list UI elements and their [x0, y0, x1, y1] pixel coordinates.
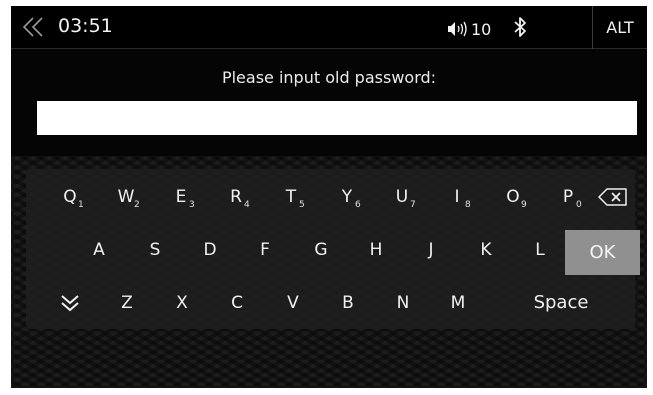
key-label: Y [341, 186, 353, 207]
key-x[interactable]: X [157, 279, 207, 326]
key-number: 9 [521, 200, 527, 210]
hide-keyboard-icon [61, 294, 79, 311]
bluetooth-icon [514, 17, 526, 37]
key-number: 6 [355, 200, 361, 210]
key-label: Q [63, 186, 77, 207]
key-number: 0 [576, 200, 582, 210]
key-i[interactable]: I 8 [433, 173, 481, 220]
back-button[interactable] [19, 12, 49, 42]
key-label: R [230, 186, 242, 207]
key-q[interactable]: Q 1 [46, 173, 94, 220]
volume-icon [448, 21, 467, 37]
key-number: 4 [244, 200, 250, 210]
space-key[interactable]: Space [488, 279, 634, 326]
key-b[interactable]: B [323, 279, 373, 326]
clock: 03:51 [58, 15, 113, 37]
key-s[interactable]: S [130, 226, 180, 273]
key-number: 8 [465, 200, 471, 210]
key-number: 7 [410, 200, 416, 210]
key-label: P [562, 186, 574, 207]
password-prompt: Please input old password: [221, 68, 437, 87]
key-g[interactable]: G [296, 226, 346, 273]
key-p[interactable]: P 0 [544, 173, 592, 220]
volume-indicator: 10 [447, 19, 491, 39]
key-label: T [285, 186, 297, 207]
key-f[interactable]: F [240, 226, 290, 273]
key-e[interactable]: E 3 [157, 173, 205, 220]
hide-keyboard-key[interactable] [46, 279, 94, 326]
key-a[interactable]: A [74, 226, 124, 273]
key-t[interactable]: T 5 [267, 173, 315, 220]
key-y[interactable]: Y 6 [323, 173, 371, 220]
key-h[interactable]: H [351, 226, 401, 273]
key-m[interactable]: M [433, 279, 483, 326]
key-d[interactable]: D [185, 226, 235, 273]
key-n[interactable]: N [378, 279, 428, 326]
key-o[interactable]: O 9 [489, 173, 537, 220]
screen: 03:51 10 ALT Please input old password: … [11, 6, 647, 388]
key-c[interactable]: C [212, 279, 262, 326]
volume-level: 10 [471, 19, 492, 39]
key-j[interactable]: J [406, 226, 456, 273]
key-number: 3 [189, 200, 195, 210]
key-number: 2 [134, 200, 140, 210]
key-u[interactable]: U 7 [378, 173, 426, 220]
key-z[interactable]: Z [102, 279, 152, 326]
back-chevron-icon [22, 17, 43, 37]
key-k[interactable]: K [461, 226, 511, 273]
on-screen-keyboard: Q 1 W 2 E 3 R 4 T 5 Y 6 U 7 I 8 O 9 P 0 … [26, 169, 640, 329]
key-number: 1 [78, 200, 84, 210]
key-r[interactable]: R 4 [212, 173, 260, 220]
key-label: O [506, 186, 520, 207]
key-label: E [175, 186, 187, 207]
alt-button[interactable]: ALT [593, 6, 647, 49]
backspace-icon [598, 187, 627, 206]
ok-button[interactable]: OK [565, 230, 640, 275]
key-label: I [454, 186, 460, 207]
status-bar: 03:51 10 ALT [11, 6, 647, 49]
key-l[interactable]: L [515, 226, 565, 273]
key-number: 5 [299, 200, 305, 210]
password-input[interactable] [37, 101, 637, 135]
key-v[interactable]: V [268, 279, 318, 326]
key-w[interactable]: W 2 [102, 173, 150, 220]
backspace-key[interactable] [594, 173, 632, 220]
key-label: U [395, 186, 409, 207]
key-label: W [117, 186, 135, 207]
